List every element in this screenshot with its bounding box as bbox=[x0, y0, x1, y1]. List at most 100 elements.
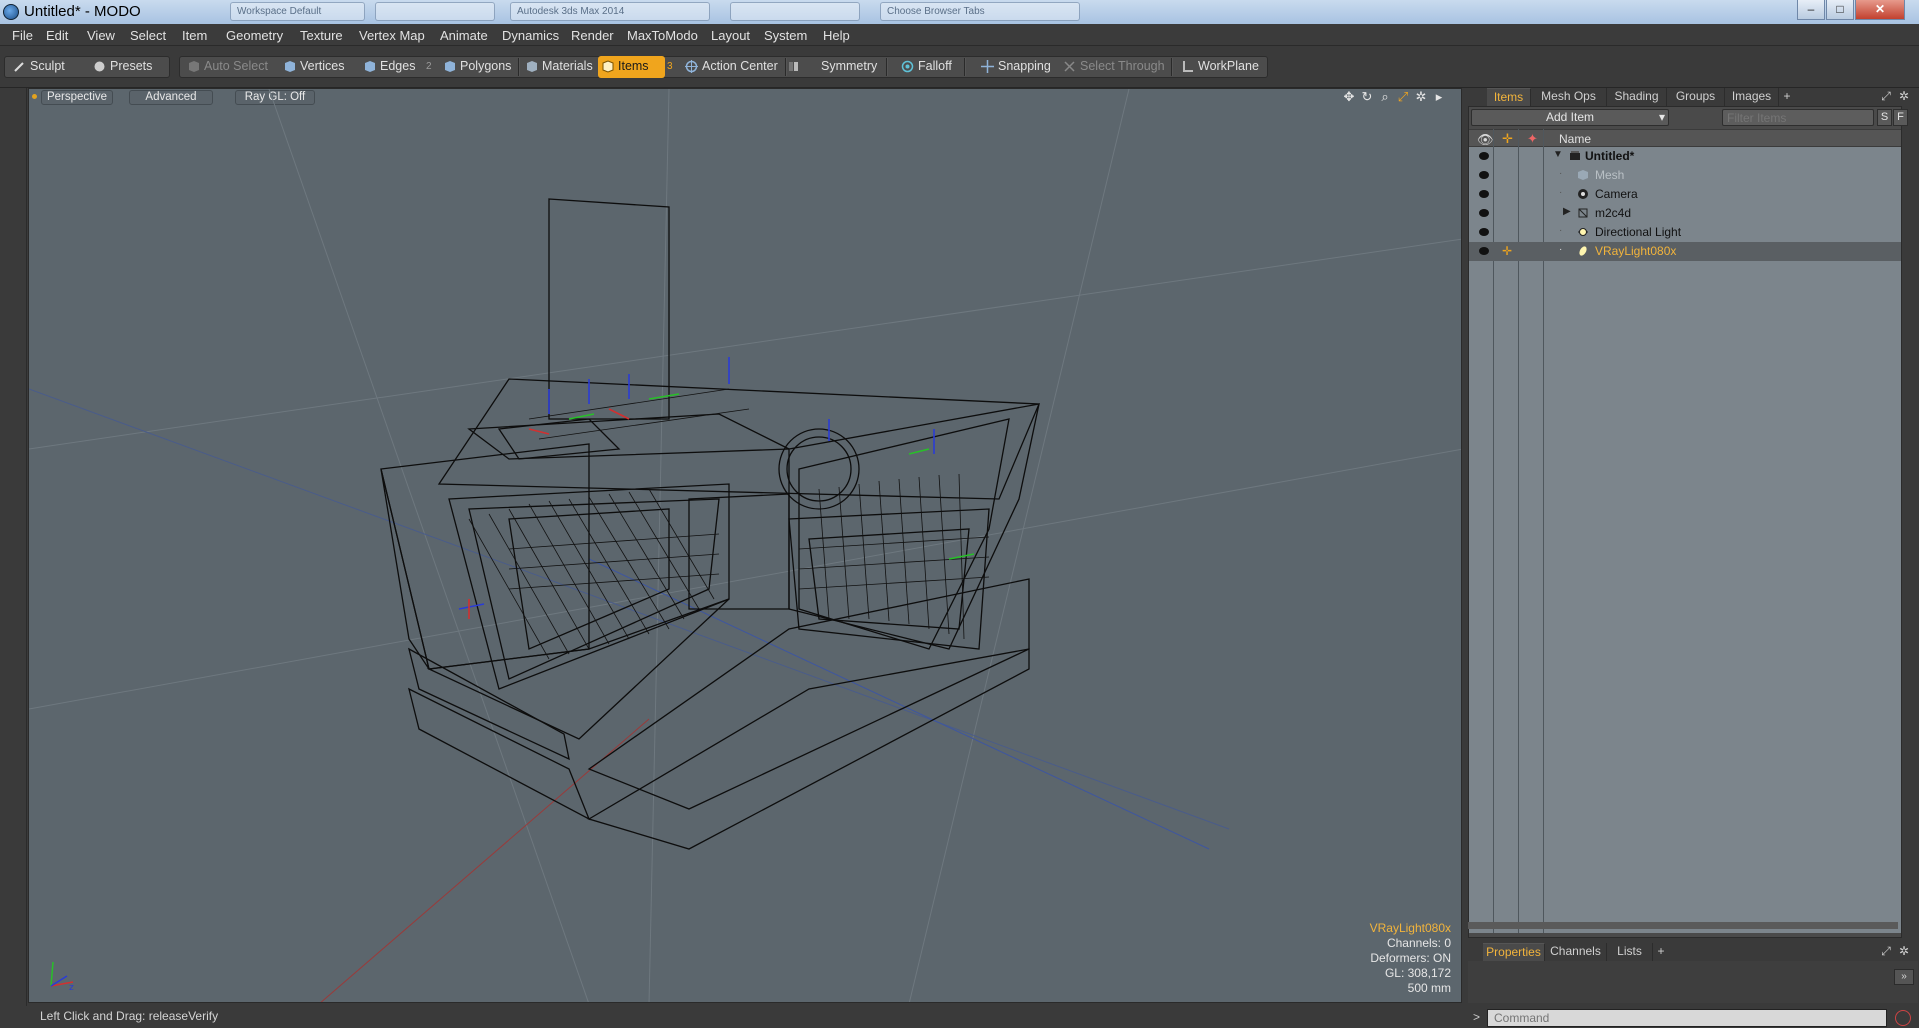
title-bar: Untitled* - MODO Workspace Default Autod… bbox=[0, 0, 1919, 24]
minimize-button[interactable]: – bbox=[1797, 0, 1825, 20]
tree-row-scene[interactable]: ▼ Untitled* bbox=[1469, 147, 1901, 166]
menu-view[interactable]: View bbox=[87, 28, 115, 43]
items-button[interactable]: Items bbox=[598, 56, 665, 78]
menu-geometry[interactable]: Geometry bbox=[226, 28, 283, 43]
add-tab-button[interactable]: + bbox=[1779, 88, 1795, 106]
edges-count-badge: 2 bbox=[426, 61, 432, 72]
snapping-button[interactable]: Snapping bbox=[978, 56, 1058, 78]
tab-lists[interactable]: Lists bbox=[1607, 943, 1653, 961]
filter-flag-button[interactable]: F bbox=[1893, 109, 1908, 126]
visibility-eye-icon[interactable] bbox=[1479, 152, 1489, 160]
menu-maxtomodo[interactable]: MaxToModo bbox=[627, 28, 698, 43]
polygons-icon bbox=[445, 61, 455, 72]
tab-mesh-ops[interactable]: Mesh Ops bbox=[1531, 88, 1607, 106]
record-macro-icon[interactable] bbox=[1895, 1010, 1911, 1026]
symmetry-icon bbox=[789, 62, 798, 71]
visibility-eye-icon[interactable] bbox=[1479, 209, 1489, 217]
workplane-label: WorkPlane bbox=[1198, 59, 1259, 73]
tab-shading[interactable]: Shading bbox=[1607, 88, 1667, 106]
menu-layout[interactable]: Layout bbox=[711, 28, 750, 43]
item-label: Directional Light bbox=[1595, 225, 1682, 239]
ghost-tab bbox=[730, 2, 860, 21]
select-through-button[interactable]: Select Through bbox=[1060, 56, 1170, 78]
materials-button[interactable]: Materials bbox=[522, 56, 596, 78]
lock-crosshair-icon[interactable]: ✛ bbox=[1502, 244, 1512, 258]
tab-images[interactable]: Images bbox=[1725, 88, 1779, 106]
expand-chevron-icon[interactable]: » bbox=[1894, 969, 1914, 985]
sculpt-button[interactable]: Sculpt bbox=[10, 56, 90, 78]
visibility-eye-icon[interactable] bbox=[1479, 247, 1489, 255]
expand-panel-icon[interactable]: ⤢ bbox=[1877, 943, 1895, 961]
menu-item[interactable]: Item bbox=[182, 28, 207, 43]
right-panel: Items Mesh Ops Shading Groups Images + ⤢… bbox=[1467, 88, 1919, 1028]
tab-groups[interactable]: Groups bbox=[1667, 88, 1725, 106]
maximize-button[interactable]: □ bbox=[1826, 0, 1854, 20]
selected-item-name: VRayLight080x bbox=[1369, 921, 1451, 935]
filter-items-input[interactable] bbox=[1722, 109, 1874, 126]
menu-vertex-map[interactable]: Vertex Map bbox=[359, 28, 425, 43]
tree-row-mesh[interactable]: · Mesh bbox=[1469, 166, 1901, 185]
vertices-icon bbox=[285, 61, 295, 72]
expand-arrow-icon[interactable]: ▶ bbox=[1563, 206, 1571, 217]
falloff-button[interactable]: Falloff bbox=[898, 56, 978, 78]
auto-select-button[interactable]: Auto Select bbox=[184, 56, 276, 78]
menu-dynamics[interactable]: Dynamics bbox=[502, 28, 559, 43]
menu-system[interactable]: System bbox=[764, 28, 807, 43]
tab-items[interactable]: Items bbox=[1487, 88, 1531, 106]
tree-row-camera[interactable]: · Camera bbox=[1469, 185, 1901, 204]
visibility-eye-icon[interactable] bbox=[1479, 190, 1489, 198]
edges-label: Edges bbox=[380, 59, 416, 73]
polygons-button[interactable]: Polygons bbox=[440, 56, 515, 78]
visibility-column-icon[interactable]: 👁 bbox=[1477, 132, 1494, 148]
tab-properties[interactable]: Properties bbox=[1483, 943, 1545, 961]
tab-channels[interactable]: Channels bbox=[1545, 943, 1607, 961]
ghost-tab: Workspace Default bbox=[230, 2, 365, 21]
menu-select[interactable]: Select bbox=[130, 28, 166, 43]
action-center-button[interactable]: Action Center bbox=[682, 56, 782, 78]
wireframe-model bbox=[29, 89, 1461, 1002]
panel-settings-icon[interactable]: ✲ bbox=[1895, 88, 1913, 106]
horizontal-scrollbar[interactable] bbox=[1468, 922, 1898, 929]
properties-panel-tabs: Properties Channels Lists + ⤢ ✲ bbox=[1467, 943, 1919, 961]
items-count-badge: 3 bbox=[667, 61, 673, 72]
visibility-eye-icon[interactable] bbox=[1479, 228, 1489, 236]
item-tree bbox=[1469, 147, 1901, 933]
add-item-dropdown[interactable]: Add Item ▾ bbox=[1471, 109, 1669, 126]
render-column-icon[interactable]: ✦ bbox=[1527, 131, 1538, 147]
select-through-icon bbox=[1064, 61, 1075, 72]
tree-row-vraylight[interactable]: ✛ · VRayLight080x bbox=[1469, 242, 1901, 261]
symmetry-button[interactable]: Symmetry bbox=[789, 56, 883, 78]
command-input[interactable] bbox=[1487, 1009, 1887, 1027]
workplane-button[interactable]: WorkPlane bbox=[1178, 56, 1266, 78]
tree-connector-icon: · bbox=[1559, 244, 1563, 255]
edges-button[interactable]: Edges bbox=[360, 56, 422, 78]
close-button[interactable]: ✕ bbox=[1855, 0, 1905, 20]
3d-viewport[interactable]: Perspective Advanced Ray GL: Off ✥ ↻ ⌕ ⤢… bbox=[28, 88, 1462, 1003]
window-title: Untitled* - MODO bbox=[24, 3, 141, 20]
grid-scale: 500 mm bbox=[1407, 981, 1451, 995]
collapse-arrow-icon[interactable]: ▼ bbox=[1553, 149, 1563, 160]
presets-button[interactable]: Presets bbox=[90, 56, 168, 78]
menu-animate[interactable]: Animate bbox=[440, 28, 488, 43]
tree-connector-icon: · bbox=[1559, 187, 1563, 198]
panel-settings-icon[interactable]: ✲ bbox=[1895, 943, 1913, 961]
sculpt-label: Sculpt bbox=[30, 59, 65, 73]
name-column-header[interactable]: Name bbox=[1559, 132, 1591, 146]
visibility-eye-icon[interactable] bbox=[1479, 171, 1489, 179]
tree-row-directional-light[interactable]: · Directional Light bbox=[1469, 223, 1901, 242]
toolbar-divider bbox=[964, 58, 966, 76]
tree-row-m2c4d[interactable]: ▶ m2c4d bbox=[1469, 204, 1901, 223]
menu-render[interactable]: Render bbox=[571, 28, 614, 43]
lock-column-icon[interactable]: ✛ bbox=[1502, 131, 1513, 147]
menu-edit[interactable]: Edit bbox=[46, 28, 68, 43]
vertices-button[interactable]: Vertices bbox=[280, 56, 352, 78]
menu-file[interactable]: File bbox=[12, 28, 33, 43]
item-label: m2c4d bbox=[1595, 206, 1632, 220]
add-tab-button[interactable]: + bbox=[1653, 943, 1669, 961]
expand-panel-icon[interactable]: ⤢ bbox=[1877, 88, 1895, 106]
search-scope-button[interactable]: S bbox=[1877, 109, 1892, 126]
menu-texture[interactable]: Texture bbox=[300, 28, 343, 43]
svg-text:z: z bbox=[69, 983, 74, 992]
menu-help[interactable]: Help bbox=[823, 28, 850, 43]
toolbar-divider bbox=[518, 58, 520, 76]
